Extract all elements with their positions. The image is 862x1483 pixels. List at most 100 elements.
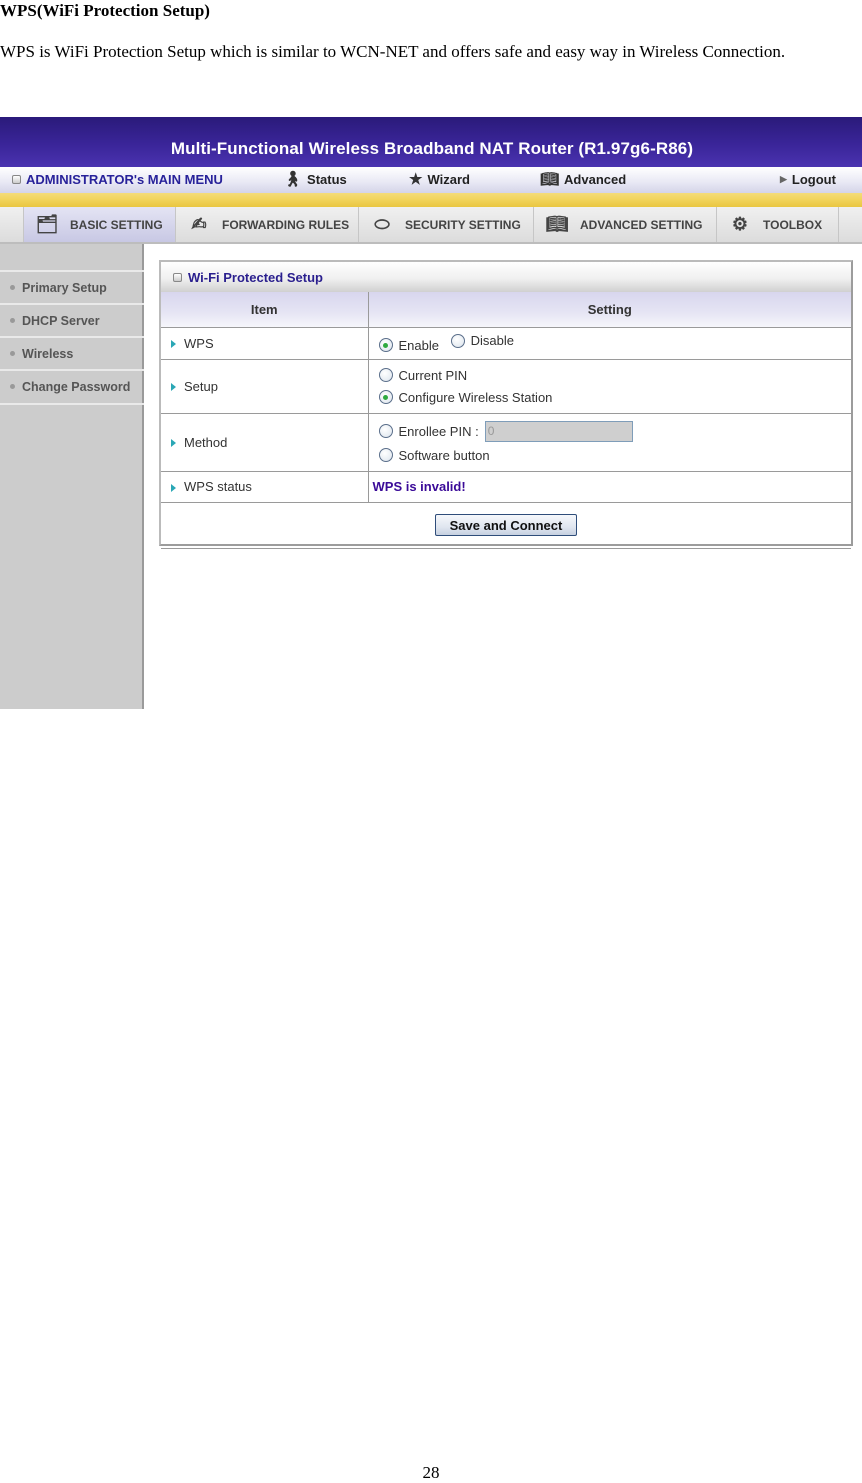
row-label-cell: WPS status [161,470,369,503]
tab-advanced-setting[interactable]: 📖︎ ADVANCED SETTING [533,207,716,242]
wps-setting-cell: Enable Disable [367,326,851,360]
wizard-icon: ★ [409,171,423,188]
tab-basic-setting-label: BASIC SETTING [70,217,163,232]
wps-panel: Wi-Fi Protected Setup Item Setting WPS E… [159,260,853,549]
option-label: Enable [398,337,439,353]
tab-toolbox-label: TOOLBOX [763,217,823,232]
page-number: 28 [422,1463,440,1482]
option-label: Disable [470,333,514,349]
option-label: Software button [398,447,490,463]
row-label: WPS [184,335,214,351]
enrollee-pin-input[interactable] [484,420,633,442]
radio-selected[interactable] [378,338,393,353]
router-screenshot: Multi-Functional Wireless Broadband NAT … [0,117,862,709]
setup-current-pin-option[interactable]: Current PIN [378,364,852,386]
table-row-method: Method Enrollee PIN : Software button [161,412,852,472]
bullet-icon [10,285,15,290]
column-header-item: Item [161,292,369,328]
row-label: WPS status [184,479,252,494]
menu-wizard-label: Wizard [427,172,470,187]
method-setting-cell: Enrollee PIN : Software button [367,412,852,472]
radio-selected[interactable] [378,390,393,404]
sidebar-item-wireless[interactable]: Wireless [0,336,144,369]
advanced-book-icon: 📖︎ [545,214,569,234]
radio-unselected[interactable] [378,424,393,438]
actions-cell: Save and Connect [161,501,851,549]
tab-forwarding-rules-label: FORWARDING RULES [222,217,350,232]
sidebar-item-label: Wireless [22,346,74,361]
option-label: Configure Wireless Station [398,389,553,405]
wps-status-cell: WPS is invalid! [367,470,851,503]
radio-unselected[interactable] [450,333,465,348]
square-bullet-icon [12,175,21,184]
sidebar-divider [0,403,144,405]
sidebar-item-primary-setup[interactable]: Primary Setup [0,270,144,303]
sidebar-item-label: Change Password [22,379,131,394]
setup-setting-cell: Current PIN Configure Wireless Station [367,358,852,414]
triangle-right-icon [171,383,176,392]
menu-advanced-label: Advanced [564,172,627,187]
method-software-button-option[interactable]: Software button [378,444,852,466]
sidebar-item-label: Primary Setup [22,280,107,295]
tab-bar-end [838,207,862,242]
menu-advanced[interactable]: 📖︎ Advanced [540,172,626,187]
security-nut-icon: ⬭ [374,214,390,234]
table-header-row: Item Setting [161,292,851,328]
menu-logout-label: Logout [791,172,836,187]
status-person-icon: 🚶︎ [283,171,303,188]
wps-enable-option[interactable]: Enable [378,337,439,353]
sidebar: Primary Setup DHCP Server Wireless Chang… [0,244,144,709]
table-row-setup: Setup Current PIN Configure Wireless Sta… [161,358,852,414]
triangle-right-icon [171,483,176,492]
sidebar-item-dhcp-server[interactable]: DHCP Server [0,303,144,336]
banner-title: Multi-Functional Wireless Broadband NAT … [170,139,694,158]
table-row-actions: Save and Connect [161,501,851,549]
doc-paragraph: WPS is WiFi Protection Setup which is si… [0,42,786,61]
admin-main-menu[interactable]: ADMINISTRATOR's MAIN MENU [12,172,223,187]
tab-toolbox[interactable]: ⚙︎ TOOLBOX [716,207,838,242]
bullet-icon [10,384,15,389]
triangle-right-icon: ▶ [780,174,787,184]
forwarding-icon: ✍︎ [191,214,207,234]
row-label-cell: Method [161,412,369,472]
radio-unselected[interactable] [378,368,393,382]
folder-document-icon: 🗂︎ [35,214,59,234]
advanced-book-icon: 📖︎ [540,171,560,188]
tab-basic-setting[interactable]: 🗂︎ BASIC SETTING [23,207,175,242]
wps-disable-option[interactable]: Disable [450,333,514,349]
doc-heading: WPS(WiFi Protection Setup) [0,1,210,20]
tab-security-setting-label: SECURITY SETTING [405,217,521,232]
triangle-right-icon [171,439,176,448]
wps-status-value: WPS is invalid! [372,479,466,494]
wps-settings-table: Item Setting WPS Enable Disable Setup Cu… [161,292,851,549]
row-label-cell: WPS [161,326,369,360]
option-label: Enrollee PIN : [398,423,479,439]
table-row-wps: WPS Enable Disable [161,326,851,360]
setup-configure-station-option[interactable]: Configure Wireless Station [378,386,852,408]
save-and-connect-button[interactable]: Save and Connect [435,514,577,536]
triangle-right-icon [171,340,176,349]
column-header-setting: Setting [367,292,851,328]
menu-wizard[interactable]: ★ Wizard [409,172,470,187]
tab-bar: 🗂︎ BASIC SETTING ✍︎ FORWARDING RULES ⬭ S… [0,207,862,244]
row-label: Method [184,434,228,450]
row-label-cell: Setup [161,358,369,414]
panel-title-text: Wi-Fi Protected Setup [188,269,323,285]
tab-advanced-setting-label: ADVANCED SETTING [580,217,703,232]
toolbox-gear-icon: ⚙︎ [731,214,749,234]
radio-unselected[interactable] [378,448,393,462]
admin-main-menu-label: ADMINISTRATOR's MAIN MENU [26,172,223,187]
menu-logout[interactable]: ▶ Logout [780,172,836,187]
tab-forwarding-rules[interactable]: ✍︎ FORWARDING RULES [175,207,358,242]
gold-divider [0,193,862,207]
main-menu-bar: ADMINISTRATOR's MAIN MENU 🚶︎ Status ★ Wi… [0,167,862,193]
menu-status[interactable]: 🚶︎ Status [283,172,347,187]
sidebar-item-label: DHCP Server [22,313,100,328]
bullet-icon [10,318,15,323]
tab-security-setting[interactable]: ⬭ SECURITY SETTING [358,207,533,242]
method-enrollee-pin-option[interactable]: Enrollee PIN : [378,418,852,444]
sidebar-item-change-password[interactable]: Change Password [0,369,144,402]
panel-title: Wi-Fi Protected Setup [161,262,851,292]
row-label: Setup [184,378,218,394]
square-bullet-icon [173,272,182,282]
